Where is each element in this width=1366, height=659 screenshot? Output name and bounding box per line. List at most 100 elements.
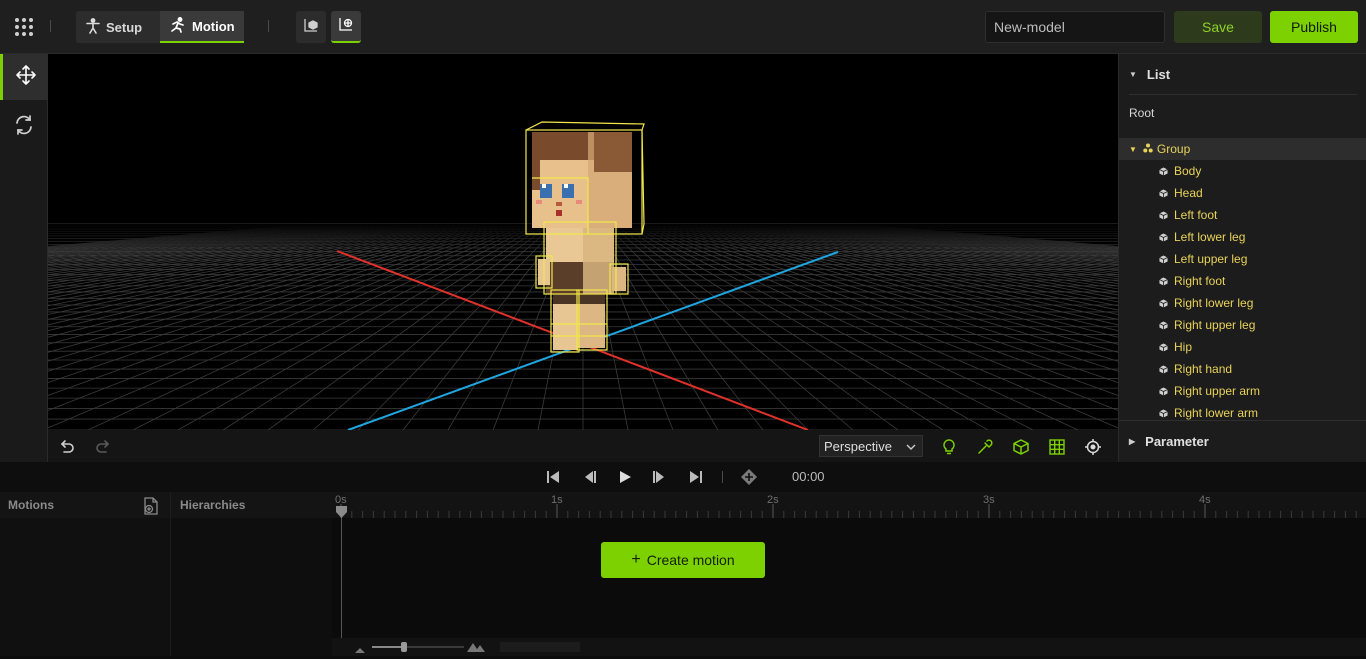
zoom-out-icon[interactable]	[354, 641, 366, 659]
timeline-ruler[interactable]: 0s 1s 2s 3s 4s	[332, 492, 1366, 518]
timeline-scrollbar[interactable]	[500, 642, 580, 652]
parameter-title: Parameter	[1145, 433, 1209, 449]
play-icon[interactable]	[616, 468, 634, 486]
world-view-button[interactable]	[331, 11, 361, 43]
create-motion-label: Create motion	[646, 552, 735, 568]
person-icon	[86, 17, 100, 37]
playback-time: 00:00	[792, 469, 825, 484]
hierarchies-title: Hierarchies	[180, 498, 246, 512]
chevron-down-icon	[906, 440, 916, 455]
bone-cube-icon	[1159, 320, 1168, 330]
triangle-down-icon: ▼	[1129, 69, 1137, 79]
skip-start-icon[interactable]	[544, 468, 562, 486]
rotate-icon	[13, 114, 35, 141]
zoom-slider[interactable]	[372, 642, 464, 652]
hierarchies-header: Hierarchies	[171, 492, 333, 518]
playhead[interactable]	[336, 506, 347, 638]
group-icon	[1143, 142, 1153, 156]
rotate-tool-button[interactable]	[0, 104, 48, 150]
hierarchies-panel: Hierarchies	[170, 492, 333, 656]
zoom-slider-handle[interactable]	[401, 642, 407, 652]
divider	[722, 471, 723, 483]
group-label: Group	[1156, 142, 1191, 156]
bone-cube-icon	[1159, 386, 1168, 396]
3d-viewport[interactable]	[48, 54, 1118, 430]
triangle-down-icon: ▼	[1129, 144, 1137, 154]
hierarchy-panel: ▼ List Root ▼ Group Body Head Left foot Lef…	[1118, 54, 1366, 462]
publish-button[interactable]: Publish	[1270, 11, 1358, 43]
setup-mode-button[interactable]: Setup	[76, 11, 160, 43]
zoom-in-icon[interactable]	[466, 639, 486, 658]
timeline-second-label: 1s	[551, 494, 563, 506]
triangle-right-icon: ▶	[1129, 436, 1136, 446]
camera-mode-value: Perspective	[824, 438, 892, 454]
bone-item[interactable]: Hip	[1159, 336, 1192, 358]
divider	[1119, 420, 1366, 421]
step-back-icon[interactable]	[580, 468, 598, 486]
bone-cube-icon	[1159, 166, 1168, 176]
camera-mode-select[interactable]: Perspective	[819, 435, 923, 457]
bone-cube-icon	[1159, 232, 1168, 242]
light-icon[interactable]	[938, 436, 960, 458]
timeline-second-label: 4s	[1199, 494, 1211, 506]
add-motion-icon[interactable]	[143, 497, 159, 520]
mode-switcher: Setup Motion	[76, 11, 244, 43]
bone-item[interactable]: Left lower leg	[1159, 226, 1245, 248]
bounding-box-icon[interactable]	[1010, 436, 1032, 458]
motion-mode-label: Motion	[192, 18, 235, 34]
bone-item-label: Right hand	[1174, 362, 1233, 376]
divider	[50, 20, 51, 32]
bone-cube-icon	[1159, 364, 1168, 374]
keyframe-icon[interactable]	[740, 468, 758, 486]
bone-item-label: Right upper leg	[1174, 318, 1256, 332]
redo-icon[interactable]	[92, 436, 114, 458]
bone-item-label: Right upper arm	[1174, 384, 1261, 398]
list-title: List	[1146, 66, 1171, 82]
bone-item[interactable]: Left upper leg	[1159, 248, 1247, 270]
bone-cube-icon	[1159, 408, 1168, 418]
world-view-icon	[338, 16, 354, 37]
bone-item[interactable]: Right lower arm	[1159, 402, 1258, 420]
viewport-toolbar: Perspective	[48, 430, 1118, 462]
bone-item[interactable]: Right upper leg	[1159, 314, 1255, 336]
move-tool-button[interactable]	[0, 54, 48, 100]
timeline-second-label: 3s	[983, 494, 995, 506]
model-view-button[interactable]	[296, 11, 326, 43]
bone-cube-icon	[1159, 342, 1168, 352]
bone-item[interactable]: Right lower leg	[1159, 292, 1253, 314]
focus-target-icon[interactable]	[1082, 436, 1104, 458]
apps-grid-icon[interactable]	[14, 17, 34, 37]
divider	[268, 20, 269, 32]
bone-item[interactable]: Body	[1159, 160, 1201, 182]
bone-item-label: Body	[1174, 164, 1202, 178]
root-node[interactable]: Root	[1129, 106, 1154, 120]
scene-canvas	[48, 121, 1118, 430]
skip-end-icon[interactable]	[687, 468, 705, 486]
model-view-icon	[303, 17, 319, 38]
bone-list[interactable]: ▼ Group Body Head Left foot Left lower leg L…	[1119, 138, 1366, 420]
parameter-section-header[interactable]: ▶ Parameter	[1119, 426, 1366, 456]
create-motion-button[interactable]: + Create motion	[601, 542, 765, 578]
undo-icon[interactable]	[56, 436, 78, 458]
timeline[interactable]: 0s 1s 2s 3s 4s + Create motion	[332, 492, 1366, 656]
bone-cube-icon	[1159, 254, 1168, 264]
bone-item[interactable]: Left foot	[1159, 204, 1217, 226]
save-button[interactable]: Save	[1174, 11, 1262, 43]
model-name-input[interactable]	[985, 11, 1165, 43]
list-section-header[interactable]: ▼ List	[1119, 59, 1366, 89]
bone-item[interactable]: Head	[1159, 182, 1203, 204]
bone-item[interactable]: Right upper arm	[1159, 380, 1260, 402]
top-bar: Setup Motion Save Publish	[0, 0, 1366, 54]
motion-mode-button[interactable]: Motion	[160, 11, 244, 43]
bone-item[interactable]: Right hand	[1159, 358, 1232, 380]
playback-controls: 00:00	[0, 462, 1366, 492]
timeline-second-label: 0s	[335, 494, 347, 506]
pick-color-icon[interactable]	[974, 436, 996, 458]
bone-cube-icon	[1159, 276, 1168, 286]
step-forward-icon[interactable]	[651, 468, 669, 486]
bone-item[interactable]: Right foot	[1159, 270, 1225, 292]
grid-icon[interactable]	[1046, 436, 1068, 458]
bone-cube-icon	[1159, 188, 1168, 198]
bone-cube-icon	[1159, 298, 1168, 308]
group-node[interactable]: ▼ Group	[1119, 138, 1366, 160]
